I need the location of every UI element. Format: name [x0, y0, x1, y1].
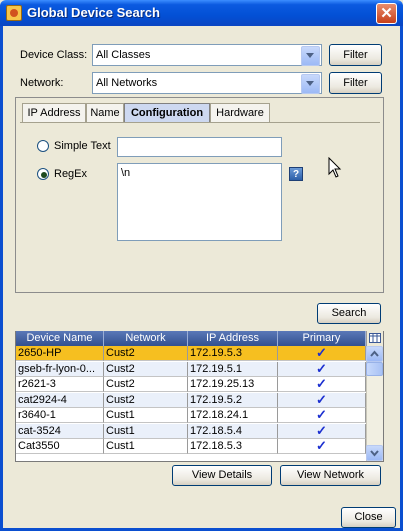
- network-select[interactable]: All Networks: [92, 72, 322, 94]
- device-name-cell: r2621-3: [16, 377, 104, 392]
- network-cell: Cust2: [104, 346, 188, 361]
- help-icon[interactable]: ?: [289, 167, 303, 181]
- ip-address-cell: 172.19.5.1: [188, 361, 278, 377]
- regex-radio[interactable]: [37, 168, 49, 180]
- network-cell: Cust1: [104, 439, 188, 454]
- ip-address-cell: 172.18.5.4: [188, 423, 278, 439]
- ip-address-cell: 172.19.5.3: [188, 346, 278, 361]
- network-label: Network:: [20, 77, 64, 89]
- primary-check-icon: ✓: [278, 392, 366, 408]
- mouse-cursor-icon: [328, 157, 342, 178]
- scroll-thumb[interactable]: [366, 362, 383, 376]
- check-icon: ✓: [316, 377, 327, 391]
- scroll-up-button[interactable]: [366, 346, 383, 362]
- table-row[interactable]: gseb-fr-lyon-0... Cust2 172.19.5.1 ✓: [16, 361, 366, 377]
- device-class-value: All Classes: [96, 49, 151, 61]
- check-icon: ✓: [316, 346, 327, 360]
- check-icon: ✓: [316, 392, 327, 407]
- primary-check-icon: ✓: [278, 361, 366, 377]
- network-cell: Cust1: [104, 408, 188, 423]
- view-details-button[interactable]: View Details: [172, 465, 272, 486]
- table-row[interactable]: Cat3550 Cust1 172.18.5.3 ✓: [16, 439, 366, 454]
- network-value: All Networks: [96, 77, 158, 89]
- column-header-ip-address[interactable]: IP Address: [188, 331, 278, 346]
- table-row[interactable]: 2650-HP Cust2 172.19.5.3 ✓: [16, 346, 366, 361]
- ip-address-cell: 172.18.5.3: [188, 439, 278, 454]
- search-button[interactable]: Search: [317, 303, 381, 324]
- regex-textarea[interactable]: \n: [117, 163, 282, 241]
- network-cell: Cust2: [104, 361, 188, 377]
- ip-address-cell: 172.19.25.13: [188, 377, 278, 392]
- column-chooser-icon[interactable]: [366, 331, 383, 346]
- primary-check-icon: ✓: [278, 377, 366, 392]
- table-row[interactable]: cat2924-4 Cust2 172.19.5.2 ✓: [16, 392, 366, 408]
- simple-text-label: Simple Text: [54, 140, 111, 152]
- table-row[interactable]: r2621-3 Cust2 172.19.25.13 ✓: [16, 377, 366, 392]
- device-name-cell: r3640-1: [16, 408, 104, 423]
- column-header-network[interactable]: Network: [104, 331, 188, 346]
- ip-address-cell: 172.19.5.2: [188, 392, 278, 408]
- device-class-label: Device Class:: [20, 49, 88, 61]
- primary-check-icon: ✓: [278, 346, 366, 361]
- device-name-cell: Cat3550: [16, 439, 104, 454]
- chevron-down-icon[interactable]: [301, 74, 320, 94]
- primary-check-icon: ✓: [278, 408, 366, 423]
- window-frame-left: [0, 26, 3, 531]
- device-name-cell: 2650-HP: [16, 346, 104, 361]
- check-icon: ✓: [316, 423, 327, 438]
- network-cell: Cust2: [104, 392, 188, 408]
- network-filter-button[interactable]: Filter: [329, 72, 382, 94]
- window-title: Global Device Search: [27, 5, 160, 20]
- scroll-down-button[interactable]: [366, 445, 383, 461]
- tab-configuration[interactable]: Configuration: [124, 103, 210, 122]
- tab-name[interactable]: Name: [86, 103, 124, 122]
- device-name-cell: gseb-fr-lyon-0...: [16, 361, 104, 377]
- device-class-select[interactable]: All Classes: [92, 44, 322, 66]
- check-icon: ✓: [316, 408, 327, 422]
- regex-value: \n: [121, 167, 131, 179]
- table-row[interactable]: r3640-1 Cust1 172.18.24.1 ✓: [16, 408, 366, 423]
- tab-divider: [20, 122, 380, 123]
- network-cell: Cust1: [104, 423, 188, 439]
- close-icon[interactable]: ✕: [376, 3, 397, 24]
- app-icon: [6, 5, 22, 21]
- tab-ip-address[interactable]: IP Address: [22, 103, 86, 122]
- column-header-device-name[interactable]: Device Name: [16, 331, 104, 346]
- simple-text-input[interactable]: [117, 137, 282, 157]
- close-button[interactable]: Close: [341, 507, 396, 528]
- device-name-cell: cat-3524: [16, 423, 104, 439]
- table-row[interactable]: cat-3524 Cust1 172.18.5.4 ✓: [16, 423, 366, 439]
- network-cell: Cust2: [104, 377, 188, 392]
- simple-text-radio[interactable]: [37, 140, 49, 152]
- ip-address-cell: 172.18.24.1: [188, 408, 278, 423]
- primary-check-icon: ✓: [278, 423, 366, 439]
- check-icon: ✓: [316, 361, 327, 376]
- device-class-filter-button[interactable]: Filter: [329, 44, 382, 66]
- chevron-down-icon[interactable]: [301, 46, 320, 66]
- regex-label: RegEx: [54, 168, 88, 180]
- check-icon: ✓: [316, 439, 327, 453]
- tab-hardware[interactable]: Hardware: [210, 103, 270, 122]
- view-network-button[interactable]: View Network: [280, 465, 381, 486]
- column-header-primary[interactable]: Primary: [278, 331, 366, 346]
- primary-check-icon: ✓: [278, 439, 366, 454]
- device-name-cell: cat2924-4: [16, 392, 104, 408]
